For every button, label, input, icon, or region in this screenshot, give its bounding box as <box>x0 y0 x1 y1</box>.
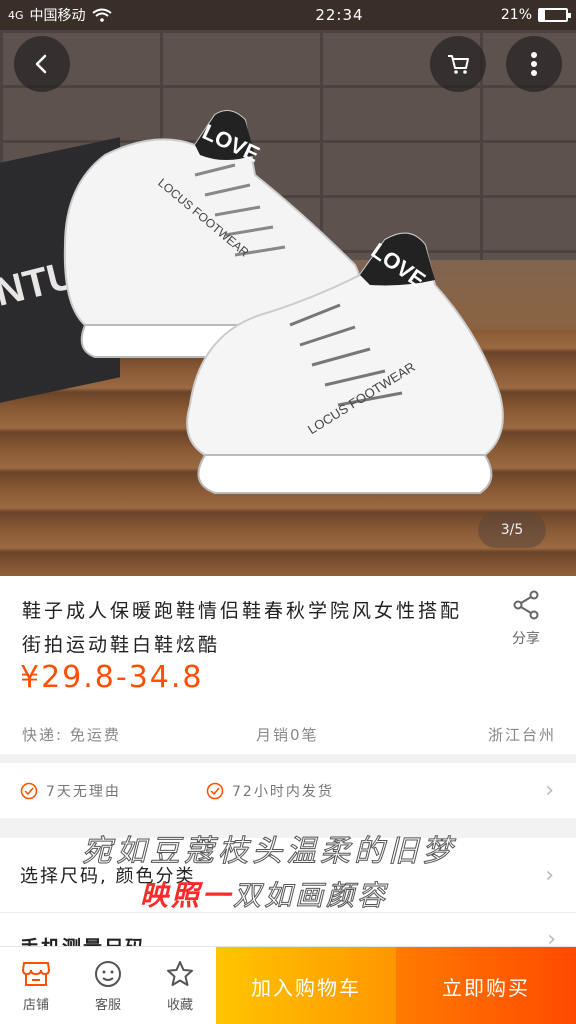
wifi-icon <box>91 8 112 22</box>
service-label: 72小时内发货 <box>232 783 334 800</box>
buy-now-button[interactable]: 立即购买 <box>396 947 576 1024</box>
back-button[interactable] <box>14 36 70 92</box>
section-divider <box>0 754 576 762</box>
carrier-name: 中国移动 <box>29 8 86 24</box>
add-to-cart-button[interactable]: 加入购物车 <box>216 947 396 1024</box>
product-title: 鞋子成人保暖跑鞋情侣鞋春秋学院风女性搭配街拍运动鞋白鞋炫酷 <box>22 600 463 656</box>
cart-button[interactable] <box>430 36 486 92</box>
bottom-action-bar: 店铺 客服 收藏 加入购物车 立即购买 <box>0 946 576 1024</box>
store-button[interactable]: 店铺 <box>0 947 72 1024</box>
customer-service-button[interactable]: 客服 <box>72 947 144 1024</box>
share-label: 分享 <box>512 631 540 647</box>
chevron-right-icon: › <box>545 862 556 888</box>
store-icon <box>21 961 51 986</box>
favorite-label: 收藏 <box>166 997 193 1013</box>
product-price: ¥29.8-34.8 <box>20 660 204 695</box>
customer-service-label: 客服 <box>94 997 121 1013</box>
overlay-caption-line2: 映照一双如画颜容 <box>140 874 388 914</box>
shipping-fee: 快递: 免运费 <box>22 725 121 744</box>
product-image-carousel[interactable]: NTURY LOVE LOCUS FOOTWEAR LOVE LOCUS FOO… <box>0 0 576 576</box>
overlay-caption-line1: 宛如豆蔻枝头温柔的旧梦 <box>82 834 456 870</box>
overlay-rest-text: 双如画颜容 <box>233 879 389 913</box>
favorite-button[interactable]: 收藏 <box>144 947 216 1024</box>
service-item: 7天无理由 <box>20 781 121 801</box>
battery-percent: 21% <box>500 7 532 23</box>
service-guarantees-row[interactable]: 7天无理由 72小时内发货 › <box>0 762 576 818</box>
shipping-info-row: 快递: 免运费 月销0笔 浙江台州 <box>0 712 576 756</box>
store-label: 店铺 <box>22 997 49 1013</box>
sneaker-front-image: LOVE LOCUS FOOTWEAR <box>186 232 504 494</box>
cart-icon <box>448 55 469 74</box>
more-options-button[interactable] <box>506 36 562 92</box>
check-circle-icon <box>20 782 38 799</box>
share-button[interactable]: 分享 <box>496 590 556 648</box>
product-info: 鞋子成人保暖跑鞋情侣鞋春秋学院风女性搭配街拍运动鞋白鞋炫酷 分享 ¥29.8-3… <box>0 576 576 710</box>
share-icon <box>513 590 539 620</box>
ship-from-location: 浙江台州 <box>487 725 556 744</box>
clock: 22:34 <box>315 6 364 24</box>
monthly-sales: 月销0笔 <box>256 725 319 744</box>
check-circle-icon <box>206 782 224 799</box>
battery-icon <box>538 8 571 22</box>
overlay-highlight-text: 映照一 <box>140 879 234 912</box>
chat-face-icon <box>95 960 121 987</box>
chevron-left-icon <box>35 54 47 74</box>
service-label: 7天无理由 <box>46 783 121 800</box>
chevron-right-icon: › <box>545 778 556 803</box>
status-bar: 4G 中国移动 22:34 21% <box>0 0 576 30</box>
star-icon <box>167 960 193 986</box>
service-item: 72小时内发货 <box>206 781 334 801</box>
more-vertical-icon <box>531 52 537 76</box>
signal-indicator: 4G <box>8 8 24 22</box>
image-pager: 3/5 <box>478 512 546 548</box>
